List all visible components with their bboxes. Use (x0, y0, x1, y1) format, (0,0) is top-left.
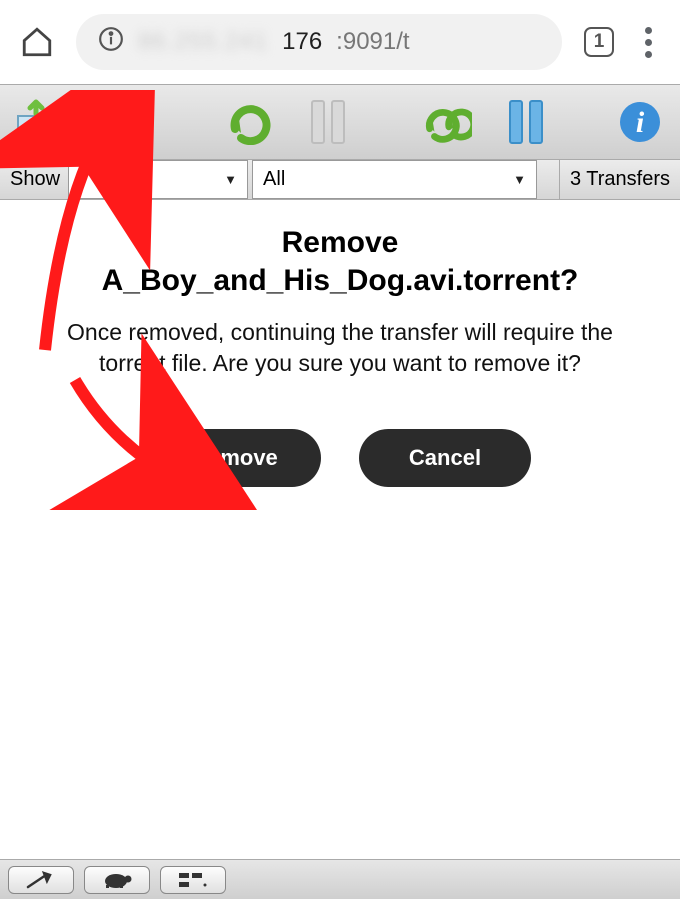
remove-dialog: Remove A_Boy_and_His_Dog.avi.torrent? On… (0, 200, 680, 487)
turtle-mode-icon[interactable] (84, 866, 150, 894)
dialog-title: Remove A_Boy_and_His_Dog.avi.torrent? (40, 224, 640, 299)
resume-icon[interactable] (222, 96, 274, 148)
info-icon (98, 26, 124, 59)
url-bar[interactable]: 86.255.241 176 :9091/t (76, 14, 562, 70)
browser-chrome: 86.255.241 176 :9091/t 1 (0, 0, 680, 84)
transfers-count: 3 Transfers (559, 160, 680, 199)
url-obscured: 86.255.241 (138, 28, 268, 56)
inspector-icon[interactable]: i (614, 96, 666, 148)
settings-icon[interactable] (8, 866, 74, 894)
tab-count: 1 (594, 31, 605, 53)
compact-view-icon[interactable] (160, 866, 226, 894)
svg-text:i: i (636, 106, 645, 139)
resume-all-icon[interactable] (420, 96, 472, 148)
chevron-down-icon: ▼ (224, 172, 237, 187)
main-toolbar: i (0, 84, 680, 160)
browser-menu-icon[interactable] (636, 27, 660, 58)
show-label: Show (0, 160, 68, 199)
dialog-buttons: Remove Cancel (40, 429, 640, 487)
tabs-button[interactable]: 1 (584, 27, 614, 57)
pause-all-icon[interactable] (500, 96, 552, 148)
url-tail: :9091/t (336, 28, 409, 56)
remove-torrent-icon[interactable] (94, 96, 146, 148)
filter-tracker-value: All (263, 168, 285, 191)
open-torrent-icon[interactable] (14, 96, 66, 148)
home-icon[interactable] (20, 25, 54, 59)
filter-bar: Show ▼ All ▼ 3 Transfers (0, 160, 680, 200)
filter-tracker-select[interactable]: All ▼ (252, 160, 537, 199)
remove-button[interactable]: Remove (149, 429, 321, 487)
bottom-toolbar (0, 859, 680, 899)
filter-status-select[interactable]: ▼ (68, 160, 248, 199)
chevron-down-icon: ▼ (513, 172, 526, 187)
cancel-button[interactable]: Cancel (359, 429, 531, 487)
pause-icon[interactable] (302, 96, 354, 148)
url-visible: 176 (282, 28, 322, 56)
dialog-title-line1: Remove (282, 226, 399, 259)
dialog-body: Once removed, continuing the transfer wi… (60, 317, 620, 379)
dialog-title-line2: A_Boy_and_His_Dog.avi.torrent? (102, 264, 579, 297)
